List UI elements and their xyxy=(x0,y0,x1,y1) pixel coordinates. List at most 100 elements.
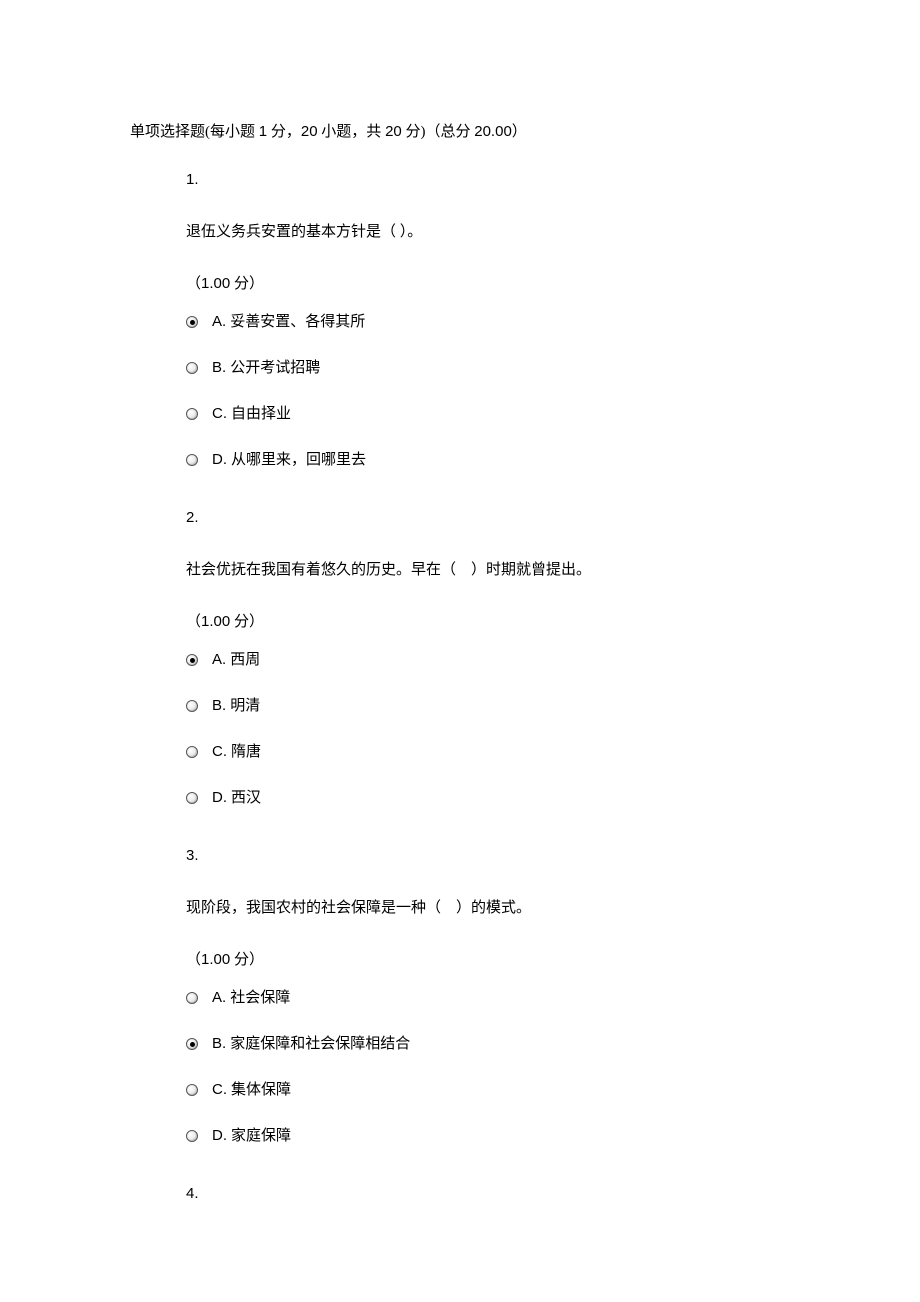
question-text: 社会优抚在我国有着悠久的历史。早在（ ）时期就曾提出。 xyxy=(186,558,790,582)
option-text: 家庭保障 xyxy=(231,1124,291,1148)
option-label: C. 隋唐 xyxy=(212,740,261,764)
option-letter: C. xyxy=(212,740,227,764)
option-label: D. 家庭保障 xyxy=(212,1124,291,1148)
radio-icon[interactable] xyxy=(186,362,198,374)
radio-icon[interactable] xyxy=(186,1130,198,1142)
question-points: （1.00 分） xyxy=(186,272,790,296)
points-prefix: （ xyxy=(186,276,201,292)
mid2: 小题，共 xyxy=(318,124,386,140)
question-count: 20 xyxy=(301,123,318,140)
option-c[interactable]: C. 隋唐 xyxy=(186,740,790,764)
radio-icon[interactable] xyxy=(186,316,198,328)
points-value: 1.00 xyxy=(201,275,230,292)
option-letter: B. xyxy=(212,694,226,718)
mid1: 分， xyxy=(267,124,301,140)
option-text: 家庭保障和社会保障相结合 xyxy=(230,1032,410,1056)
radio-icon[interactable] xyxy=(186,408,198,420)
option-letter: A. xyxy=(212,648,226,672)
option-b[interactable]: B. 家庭保障和社会保障相结合 xyxy=(186,1032,790,1056)
option-letter: A. xyxy=(212,310,226,334)
points-value: 1.00 xyxy=(201,951,230,968)
radio-icon[interactable] xyxy=(186,792,198,804)
section-title-prefix: 单项选择题(每小题 xyxy=(130,124,259,140)
radio-wrap xyxy=(186,700,212,712)
radio-icon[interactable] xyxy=(186,746,198,758)
question-points: （1.00 分） xyxy=(186,610,790,634)
radio-wrap xyxy=(186,792,212,804)
per-points: 1 xyxy=(259,123,267,140)
option-text: 妥善安置、各得其所 xyxy=(230,310,365,334)
option-text: 明清 xyxy=(230,694,260,718)
section-header: 单项选择题(每小题 1 分，20 小题，共 20 分)（总分 20.00） xyxy=(130,120,790,144)
option-label: A. 社会保障 xyxy=(212,986,290,1010)
grand-total: 20.00 xyxy=(474,123,512,140)
question-number: 2. xyxy=(186,506,790,530)
options-group: A. 社会保障 B. 家庭保障和社会保障相结合 C. 集体保障 xyxy=(186,986,790,1148)
question-text: 退伍义务兵安置的基本方针是（ ）。 xyxy=(186,220,790,244)
total-points: 20 xyxy=(385,123,402,140)
option-d[interactable]: D. 从哪里来，回哪里去 xyxy=(186,448,790,472)
option-b[interactable]: B. 明清 xyxy=(186,694,790,718)
radio-icon[interactable] xyxy=(186,992,198,1004)
points-prefix: （ xyxy=(186,952,201,968)
question-1: 1. 退伍义务兵安置的基本方针是（ ）。 （1.00 分） A. 妥善安置、各得… xyxy=(186,168,790,472)
points-suffix: 分） xyxy=(230,952,264,968)
points-prefix: （ xyxy=(186,614,201,630)
radio-icon[interactable] xyxy=(186,454,198,466)
option-text: 西汉 xyxy=(231,786,261,810)
radio-icon[interactable] xyxy=(186,700,198,712)
radio-wrap xyxy=(186,1038,212,1050)
option-a[interactable]: A. 社会保障 xyxy=(186,986,790,1010)
option-label: B. 公开考试招聘 xyxy=(212,356,320,380)
option-label: B. 家庭保障和社会保障相结合 xyxy=(212,1032,410,1056)
radio-icon[interactable] xyxy=(186,1038,198,1050)
option-label: D. 西汉 xyxy=(212,786,261,810)
option-text: 隋唐 xyxy=(231,740,261,764)
option-letter: D. xyxy=(212,1124,227,1148)
radio-wrap xyxy=(186,1084,212,1096)
question-4: 4. xyxy=(186,1182,790,1206)
option-label: C. 自由择业 xyxy=(212,402,291,426)
points-suffix: 分） xyxy=(230,614,264,630)
option-text: 自由择业 xyxy=(231,402,291,426)
points-suffix: 分） xyxy=(230,276,264,292)
option-text: 社会保障 xyxy=(230,986,290,1010)
question-points: （1.00 分） xyxy=(186,948,790,972)
mid3: 分)（总分 xyxy=(402,124,475,140)
option-a[interactable]: A. 妥善安置、各得其所 xyxy=(186,310,790,334)
option-text: 从哪里来，回哪里去 xyxy=(231,448,366,472)
radio-wrap xyxy=(186,316,212,328)
option-label: A. 妥善安置、各得其所 xyxy=(212,310,365,334)
option-letter: D. xyxy=(212,448,227,472)
option-text: 公开考试招聘 xyxy=(230,356,320,380)
question-number: 1. xyxy=(186,168,790,192)
option-text: 集体保障 xyxy=(231,1078,291,1102)
radio-icon[interactable] xyxy=(186,654,198,666)
option-label: B. 明清 xyxy=(212,694,260,718)
option-letter: C. xyxy=(212,402,227,426)
option-label: A. 西周 xyxy=(212,648,260,672)
question-text: 现阶段，我国农村的社会保障是一种（ ）的模式。 xyxy=(186,896,790,920)
option-d[interactable]: D. 家庭保障 xyxy=(186,1124,790,1148)
option-letter: A. xyxy=(212,986,226,1010)
option-b[interactable]: B. 公开考试招聘 xyxy=(186,356,790,380)
option-label: D. 从哪里来，回哪里去 xyxy=(212,448,366,472)
question-3: 3. 现阶段，我国农村的社会保障是一种（ ）的模式。 （1.00 分） A. 社… xyxy=(186,844,790,1148)
option-letter: C. xyxy=(212,1078,227,1102)
radio-wrap xyxy=(186,992,212,1004)
option-d[interactable]: D. 西汉 xyxy=(186,786,790,810)
radio-wrap xyxy=(186,408,212,420)
option-a[interactable]: A. 西周 xyxy=(186,648,790,672)
options-group: A. 妥善安置、各得其所 B. 公开考试招聘 C. 自由择业 xyxy=(186,310,790,472)
option-label: C. 集体保障 xyxy=(212,1078,291,1102)
questions-container: 1. 退伍义务兵安置的基本方针是（ ）。 （1.00 分） A. 妥善安置、各得… xyxy=(130,168,790,1206)
option-c[interactable]: C. 集体保障 xyxy=(186,1078,790,1102)
option-c[interactable]: C. 自由择业 xyxy=(186,402,790,426)
option-text: 西周 xyxy=(230,648,260,672)
radio-wrap xyxy=(186,1130,212,1142)
question-number: 4. xyxy=(186,1182,790,1206)
question-2: 2. 社会优抚在我国有着悠久的历史。早在（ ）时期就曾提出。 （1.00 分） … xyxy=(186,506,790,810)
radio-icon[interactable] xyxy=(186,1084,198,1096)
options-group: A. 西周 B. 明清 C. 隋唐 xyxy=(186,648,790,810)
radio-wrap xyxy=(186,362,212,374)
